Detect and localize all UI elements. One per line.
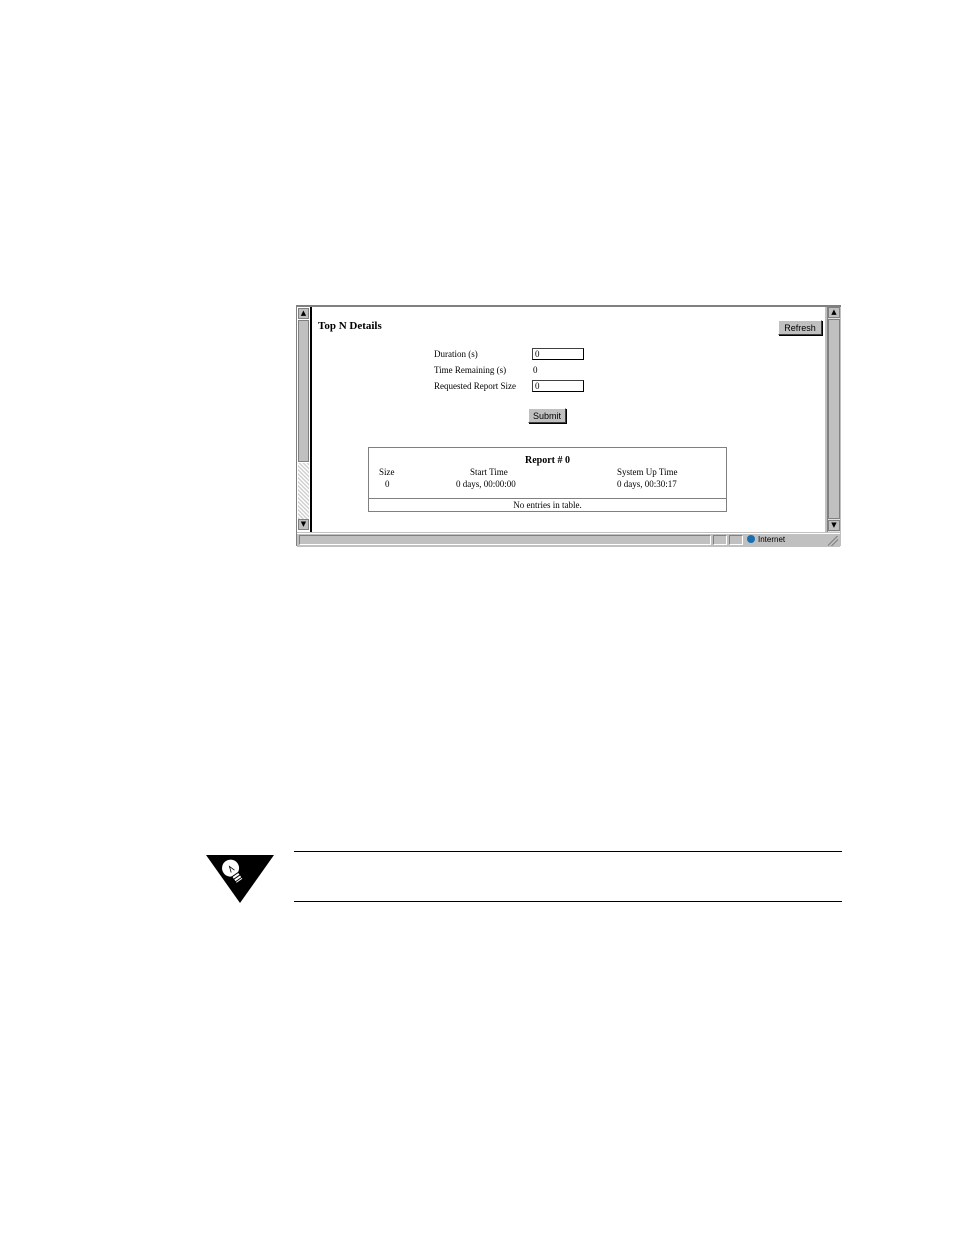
left-scroll-thumb[interactable]	[298, 320, 309, 462]
globe-icon	[747, 535, 755, 543]
page-title: Top N Details	[318, 320, 382, 332]
system-up-time-header: System Up Time	[617, 467, 678, 477]
left-frame: ▲ ▼	[297, 307, 312, 532]
scroll-down-icon[interactable]: ▼	[828, 520, 840, 531]
browser-window: ▲ ▼ Top N Details Refresh Duration (s) 0…	[296, 305, 841, 547]
status-message-pane	[299, 535, 711, 545]
page-content: Top N Details Refresh Duration (s) 0 Tim…	[312, 307, 825, 532]
start-time-header: Start Time	[470, 467, 508, 477]
resize-grip-icon[interactable]	[828, 536, 838, 546]
time-remaining-label: Time Remaining (s)	[434, 365, 507, 375]
status-bar: Internet	[297, 533, 840, 547]
duration-input[interactable]: 0	[532, 348, 584, 360]
size-value: 0	[385, 479, 390, 489]
scroll-thumb[interactable]	[828, 319, 840, 519]
report-table: Report # 0 Size Start Time System Up Tim…	[368, 447, 727, 512]
status-zone: Internet	[745, 535, 823, 545]
zone-label: Internet	[758, 535, 786, 544]
left-scroll-track[interactable]	[298, 463, 309, 519]
lightbulb-note-icon	[206, 855, 274, 903]
empty-table-message: No entries in table.	[513, 500, 582, 510]
note-bottom-rule	[294, 901, 842, 902]
size-header: Size	[379, 467, 395, 477]
time-remaining-value: 0	[533, 365, 538, 375]
report-title: Report # 0	[525, 455, 570, 466]
refresh-button[interactable]: Refresh	[778, 320, 822, 335]
report-size-input[interactable]: 0	[532, 380, 584, 392]
system-up-time-value: 0 days, 00:30:17	[617, 479, 677, 489]
status-security-pane	[729, 535, 743, 545]
report-size-label: Requested Report Size	[434, 381, 516, 391]
right-scrollbar[interactable]: ▲ ▼	[827, 307, 840, 532]
report-divider	[369, 498, 726, 499]
scroll-up-icon[interactable]: ▲	[828, 307, 840, 318]
left-scroll-down-icon[interactable]: ▼	[298, 519, 309, 530]
note-top-rule	[294, 851, 842, 852]
submit-button[interactable]: Submit	[528, 408, 566, 423]
left-scroll-up-icon[interactable]: ▲	[298, 308, 309, 319]
start-time-value: 0 days, 00:00:00	[456, 479, 516, 489]
status-progress-pane	[713, 535, 727, 545]
duration-label: Duration (s)	[434, 349, 478, 359]
